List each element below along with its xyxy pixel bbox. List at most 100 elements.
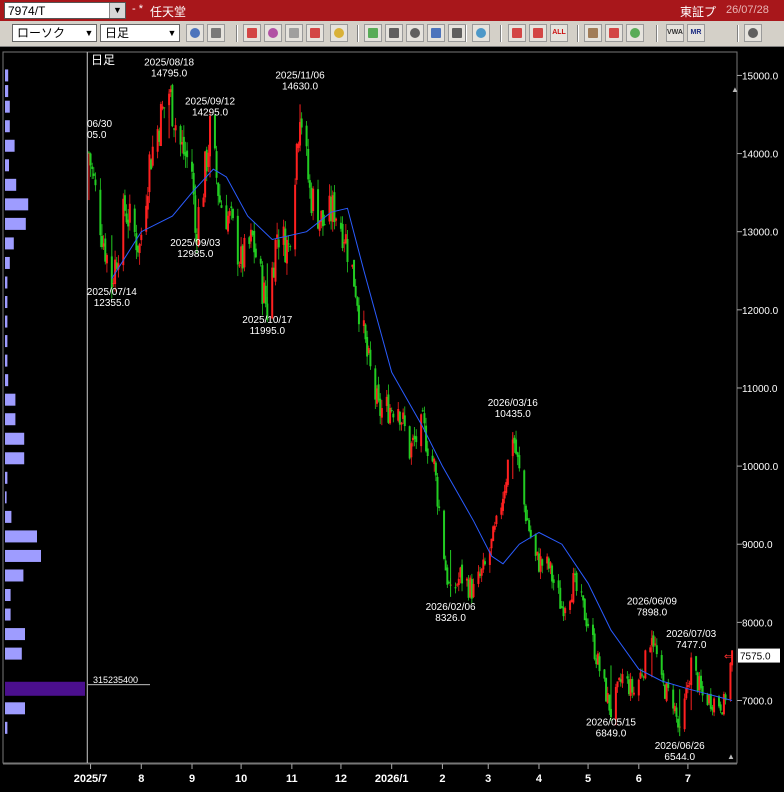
arrows-icon[interactable] (306, 24, 324, 42)
volume-profile-bar (5, 178, 17, 191)
candle-body (436, 476, 439, 507)
candle-body (243, 237, 246, 268)
candle-body (171, 84, 174, 127)
mr-icon[interactable]: MR (687, 24, 705, 42)
candle-body (259, 258, 262, 264)
pencil-icon[interactable] (364, 24, 382, 42)
table-icon[interactable] (285, 24, 303, 42)
volume-icon[interactable]: VWAP (666, 24, 684, 42)
search-icon[interactable] (186, 24, 204, 42)
candle-body (695, 656, 698, 671)
candle-body (400, 422, 403, 425)
candle-body (307, 148, 310, 180)
volume-profile-bar (5, 549, 41, 562)
candle-body (675, 707, 678, 717)
candle-body (289, 246, 292, 248)
settings-icon[interactable] (584, 24, 602, 42)
candle-delete-icon[interactable] (529, 24, 547, 42)
candle-body (323, 224, 326, 226)
candle-body (631, 678, 634, 693)
warning-icon[interactable] (330, 24, 348, 42)
select-tool-icon[interactable] (406, 24, 424, 42)
color-icon[interactable] (626, 24, 644, 42)
chevron-down-icon[interactable]: ▼ (109, 3, 125, 18)
candle-body (654, 643, 657, 645)
candle-body (420, 414, 423, 447)
candle-body (526, 518, 529, 521)
volume-profile-bar (5, 100, 10, 113)
company-name: 任天堂 (150, 5, 187, 19)
x-tick-label: 2026/1 (375, 773, 409, 785)
chevron-down-icon[interactable]: ▼ (82, 25, 96, 41)
volume-profile-bar (5, 354, 8, 367)
chart-type-value: ローソク (17, 26, 66, 40)
candle-body (443, 510, 446, 559)
annotation-value: 12985.0 (177, 249, 214, 260)
volume-profile-bar (5, 413, 16, 426)
candle-body (591, 624, 594, 635)
zoom-icon[interactable] (264, 24, 282, 42)
chart-type-select[interactable]: ローソク ▼ (12, 24, 97, 42)
candle-body (515, 439, 518, 454)
candle-body (146, 196, 149, 210)
trash-icon[interactable] (472, 24, 490, 42)
period-select[interactable]: 日足 ▼ (100, 24, 180, 42)
volume-profile-bar (5, 702, 25, 715)
volume-profile-max-bar (5, 681, 85, 696)
scroll-up-icon: ▲ (731, 85, 739, 94)
symbol-input[interactable]: 7974/T ▼ (4, 2, 126, 19)
annotation-value: 7477.0 (676, 640, 707, 651)
candle-body (652, 635, 655, 647)
x-tick-label: 8 (138, 773, 144, 785)
candle-body (649, 647, 652, 653)
volume-profile-bar (5, 159, 9, 172)
candle-body (472, 583, 475, 598)
candle-body (506, 459, 509, 485)
candle-body (390, 409, 393, 411)
candle-body (672, 689, 675, 709)
candle-body (182, 136, 185, 155)
candle-body (438, 506, 441, 509)
list-icon[interactable] (744, 24, 762, 42)
date-label: 26/07/28 (726, 4, 769, 16)
annotation-date: 06/30 (87, 119, 112, 130)
chart-area[interactable]: 315235400 日足 7000.0 8000.0 9000.0 10000.0 1100… (0, 47, 784, 787)
cursor-icon[interactable] (243, 24, 261, 42)
candle-body (598, 656, 601, 672)
annotation-value: 6849.0 (596, 728, 627, 739)
annotation-date: 2026/06/26 (655, 741, 705, 752)
symbol-text: 7974/T (8, 4, 46, 18)
annotation-date: 2026/06/09 (627, 596, 677, 607)
volume-profile-bar (5, 393, 16, 406)
x-tick-label: 5 (585, 773, 591, 785)
arrow-tool-icon[interactable] (427, 24, 445, 42)
toolbar-separator (357, 25, 359, 42)
annotation-date: 2025/07/14 (87, 287, 137, 298)
memo-icon[interactable] (448, 24, 466, 42)
candle-body (392, 413, 395, 418)
layout-icon[interactable] (207, 24, 225, 42)
all-delete-icon[interactable]: ALL (550, 24, 568, 42)
candle-icon[interactable] (508, 24, 526, 42)
volume-profile-bar (5, 452, 25, 465)
candle-body (186, 150, 189, 158)
price-chart[interactable]: 315235400 日足 7000.0 8000.0 9000.0 10000.0 1100… (0, 47, 784, 787)
volume-max-label: 315235400 (93, 675, 138, 685)
candle-body (518, 455, 521, 469)
candle-body (529, 529, 532, 538)
annotation-date: 2025/11/06 (275, 70, 325, 81)
candle-body (254, 248, 257, 258)
x-tick-label: 12 (335, 773, 347, 785)
candle-body (403, 415, 406, 427)
annotation-value: 10435.0 (495, 409, 532, 420)
brush-icon[interactable] (605, 24, 623, 42)
candle-body (415, 436, 418, 443)
volume-profile-bar (5, 139, 15, 152)
annotation-value: 14630.0 (282, 81, 319, 92)
volume-profile-bar (5, 217, 26, 230)
candle-body (660, 655, 663, 675)
toolbar-separator (577, 25, 579, 42)
candle-body (274, 239, 277, 282)
line-tool-icon[interactable] (385, 24, 403, 42)
chevron-down-icon[interactable]: ▼ (165, 25, 179, 41)
